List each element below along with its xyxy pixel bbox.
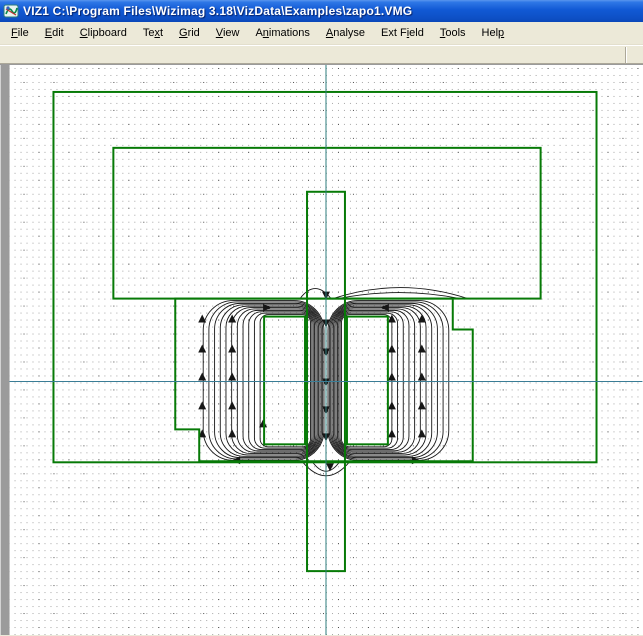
title-bar[interactable]: VIZ1 C:\Program Files\Wizimag 3.18\VizDa… — [0, 0, 643, 22]
menu-item-analyse[interactable]: Analyse — [318, 22, 373, 44]
menu-item-tools[interactable]: Tools — [432, 22, 474, 44]
menu-item-view[interactable]: View — [208, 22, 248, 44]
menu-item-grid[interactable]: Grid — [171, 22, 208, 44]
app-window: VIZ1 C:\Program Files\Wizimag 3.18\VizDa… — [0, 0, 643, 636]
menu-item-edit[interactable]: Edit — [37, 22, 72, 44]
drawing-canvas[interactable] — [0, 64, 643, 635]
menu-item-file[interactable]: File — [3, 22, 37, 44]
menu-bar: File Edit Clipboard Text Grid View Animations A… — [0, 22, 643, 45]
menu-item-ext-field[interactable]: Ext Field — [373, 22, 432, 44]
window-title: VIZ1 C:\Program Files\Wizimag 3.18\VizDa… — [23, 4, 413, 18]
menu-item-text[interactable]: Text — [135, 22, 171, 44]
menu-item-clipboard[interactable]: Clipboard — [72, 22, 135, 44]
menu-item-animations[interactable]: Animations — [247, 22, 317, 44]
toolbar-strip — [0, 45, 643, 64]
canvas-left-margin — [0, 65, 10, 635]
menu-item-help[interactable]: Help — [474, 22, 513, 44]
toolbar-right-cell — [625, 47, 643, 63]
app-icon — [3, 3, 19, 19]
